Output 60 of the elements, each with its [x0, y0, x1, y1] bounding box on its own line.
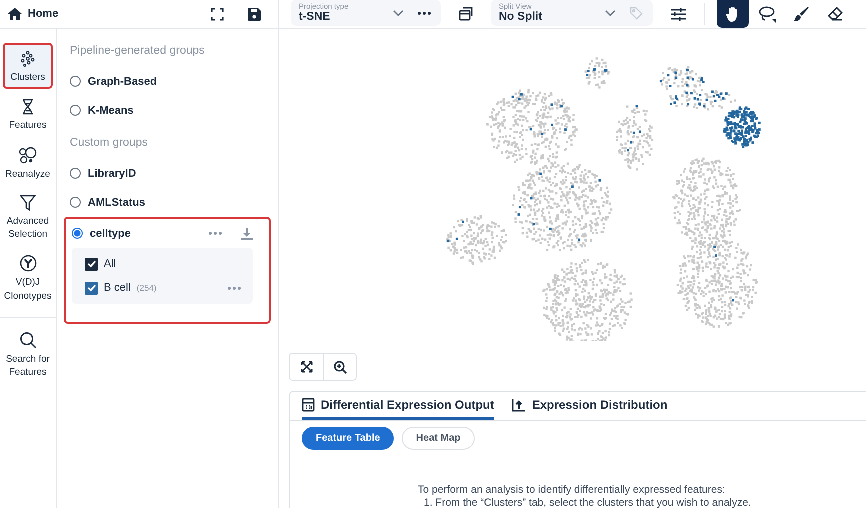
zoom-in-icon [334, 360, 346, 374]
tag-icon [630, 6, 643, 20]
group-option[interactable]: Graph-Based [70, 67, 265, 96]
radio-button[interactable] [70, 197, 81, 208]
instruction-text: 1. From the “Clusters” tab, select the clusters that you wish to analyze. [423, 497, 752, 508]
group-option[interactable]: LibraryID [70, 159, 265, 188]
lasso-icon [758, 6, 776, 22]
rail-item[interactable]: Features [3, 95, 53, 137]
checkbox[interactable] [85, 258, 98, 270]
group-option[interactable]: AMLStatus [70, 188, 265, 217]
subgroup-label: B cell [104, 282, 131, 294]
tab[interactable]: Differential Expression Output [302, 392, 494, 420]
radio-button[interactable] [70, 105, 81, 116]
group-label: AMLStatus [88, 196, 146, 208]
section-heading: Custom groups [70, 137, 149, 149]
chevron-down-icon [393, 10, 404, 16]
cell-count: (254) [136, 283, 157, 293]
scatter-dots-icon [20, 51, 36, 67]
filter-icon [20, 194, 36, 211]
group-label: Graph-Based [88, 76, 158, 88]
group-label: K-Means [88, 104, 134, 116]
tool-button[interactable] [717, 0, 749, 28]
calculator-icon [302, 398, 315, 412]
chart-upload-icon [512, 398, 526, 412]
antibody-icon [20, 255, 36, 272]
search-icon [20, 332, 36, 350]
brush-icon [794, 6, 808, 22]
rail-item[interactable]: Clusters [3, 43, 53, 90]
sliders-icon[interactable] [671, 8, 686, 20]
group-label: LibraryID [88, 168, 136, 180]
chevron-down-icon [605, 10, 616, 16]
radio-button[interactable] [70, 76, 81, 87]
save-icon[interactable] [248, 8, 261, 20]
fullscreen-icon[interactable] [211, 8, 224, 20]
subgroup-label: All [104, 258, 116, 270]
download-icon[interactable] [241, 228, 253, 240]
home-link[interactable]: Home [8, 8, 59, 20]
radio-button[interactable] [70, 168, 81, 179]
more-icon[interactable] [418, 12, 431, 14]
group-label: celltype [90, 228, 131, 240]
radio-button[interactable] [72, 228, 83, 239]
rail-item[interactable]: Reanalyze [3, 142, 53, 185]
tab[interactable]: Expression Distribution [512, 392, 668, 420]
view-toggle[interactable]: Feature Table [302, 427, 394, 450]
home-icon [8, 8, 22, 20]
view-toggle[interactable]: Heat Map [402, 427, 475, 450]
eraser-icon [828, 7, 842, 21]
expand-arrows-icon [300, 361, 312, 373]
hourglass-icon [22, 99, 34, 116]
section-heading: Pipeline-generated groups [70, 45, 206, 57]
checkbox[interactable] [85, 282, 98, 294]
zoom-in-button[interactable] [323, 354, 356, 380]
windows-icon[interactable] [459, 7, 473, 21]
bubbles-icon [19, 146, 37, 164]
home-label: Home [28, 8, 59, 20]
rail-item[interactable]: V(D)J Clonotypes [3, 251, 53, 308]
group-option[interactable]: K-Means [70, 96, 265, 125]
rail-item[interactable]: Search for Features [3, 328, 53, 384]
rail-item[interactable]: Advanced Selection [3, 190, 53, 246]
instruction-text: To perform an analysis to identify differentially expressed features: [418, 484, 726, 497]
